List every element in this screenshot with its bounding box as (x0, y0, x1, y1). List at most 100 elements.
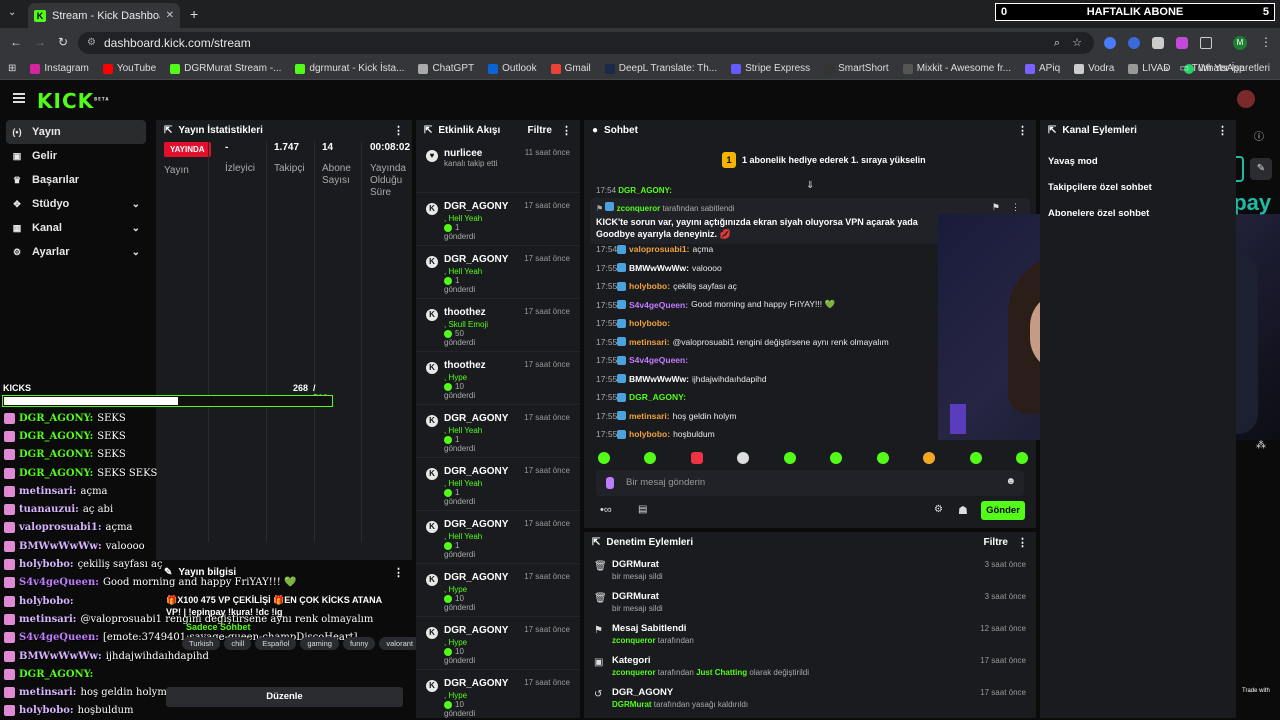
chat-username[interactable]: metinsari: (629, 411, 670, 421)
mod-sub-user[interactable]: zconqueror (612, 668, 656, 677)
activity-item[interactable]: Kthoothez 17 saat önce, Hype 10 gönderdi (416, 352, 580, 405)
emote-icon[interactable] (969, 452, 982, 464)
url-field[interactable]: ⚙ dashboard.kick.com/stream ⌕ ☆ (78, 32, 1094, 54)
activity-item[interactable]: K DGR_AGONY 17 saat önce, Hell Yeah 1 gönder… (416, 193, 580, 246)
moderation-item[interactable]: ⚑ Mesaj Sabitlendi zconqueror tarafından 12… (584, 616, 1036, 648)
share-icon[interactable]: ⁂ (1256, 440, 1266, 451)
chat-username[interactable]: S4v4geQueen: (629, 355, 688, 365)
emote-icon[interactable] (690, 452, 703, 464)
bookmark-item[interactable]: Gmail (550, 63, 591, 74)
sidebar-item-studyo[interactable]: ✥ Stüdyo ⌄ (0, 192, 152, 216)
bookmark-item[interactable]: Mixkit - Awesome fr... (902, 63, 1011, 74)
slow-mode-action[interactable]: Yavaş mod (1040, 148, 1236, 174)
more-icon[interactable]: ⋮ (393, 566, 404, 579)
activity-item[interactable]: K DGR_AGONY 17 saat önce, Hell Yeah 1 gönder… (416, 458, 580, 511)
menu-icon[interactable] (13, 93, 25, 103)
activity-item[interactable]: K DGR_AGONY 17 saat önce, Hell Yeah 1 gönder… (416, 405, 580, 458)
browser-menu-icon[interactable]: ⋮ (1260, 35, 1272, 49)
sidebar-item-basarilar[interactable]: ♛ Başarılar (0, 168, 152, 192)
extension-icon[interactable] (1128, 37, 1140, 49)
emoji-icon[interactable]: ☻ (1005, 476, 1016, 487)
bookmark-item[interactable]: Instagram (30, 63, 89, 74)
activity-item[interactable]: K DGR_AGONY 17 saat önce, Hype 10 gönderdi (416, 617, 580, 670)
activity-item[interactable]: K DGR_AGONY 17 saat önce, Hype 10 gönderdi (416, 564, 580, 617)
extensions-puzzle-icon[interactable] (1200, 37, 1212, 49)
bookmark-item[interactable]: Stripe Express (731, 63, 810, 74)
moderation-item[interactable]: 🗑 DGRMurat bir mesajı sildi 3 saat önce (584, 584, 1036, 616)
followers-only-action[interactable]: Takipçilere özel sohbet (1040, 174, 1236, 200)
site-info-icon[interactable]: ⚙ (87, 32, 96, 54)
sidebar-item-ayarlar[interactable]: ⚙ Ayarlar ⌄ (0, 240, 152, 264)
store-icon[interactable]: ▤ (638, 504, 647, 515)
tag[interactable]: chill (224, 637, 252, 650)
info-icon[interactable]: ⓘ (1254, 128, 1264, 143)
emote-icon[interactable] (598, 452, 610, 464)
shield-icon[interactable] (1152, 37, 1164, 49)
mod-sub-user[interactable]: DGRMurat (612, 700, 652, 709)
profile-avatar-icon[interactable]: M (1233, 36, 1247, 50)
bookmark-item[interactable]: APiq (1025, 63, 1060, 74)
moderation-item[interactable]: ↺ DGR_AGONY DGRMurat tarafından yasağı kal… (584, 680, 1036, 712)
kicks-infinity-icon[interactable]: •∞ (600, 504, 612, 516)
emote-icon[interactable] (923, 452, 936, 464)
chat-username[interactable]: BMWwWwWw: (629, 374, 689, 384)
activity-item[interactable]: ♥ nurlicee 11 saat önce kanalı takip etti (416, 140, 580, 193)
extension-icon[interactable] (1176, 37, 1188, 49)
chat-username[interactable]: holybobo: (629, 318, 670, 328)
zoom-icon[interactable]: ⌕ (1054, 32, 1060, 54)
bookmark-item[interactable]: YouTube (102, 63, 156, 74)
back-icon[interactable]: ← (10, 35, 22, 49)
more-icon[interactable]: ⋮ (393, 124, 404, 137)
sidebar-item-gelir[interactable]: ▣ Gelir (0, 144, 152, 168)
emote-icon[interactable] (830, 452, 843, 464)
chat-username[interactable]: holybobo: (629, 429, 670, 439)
filter-button[interactable]: Filtre (984, 537, 1008, 548)
more-icon[interactable]: ⋮ (1017, 124, 1028, 137)
moderation-item[interactable]: ▣ Kategori zconqueror tarafından Just Chat… (584, 648, 1036, 680)
reload-icon[interactable]: ↻ (58, 35, 68, 49)
sidebar-item-kanal[interactable]: ▦ Kanal ⌄ (0, 216, 152, 240)
chat-settings-icon[interactable]: ⚙ (934, 504, 943, 515)
activity-item[interactable]: K DGR_AGONY 17 saat önce, Hype 10 gönderdi (416, 670, 580, 718)
emote-icon[interactable] (876, 452, 889, 464)
bookmark-star-icon[interactable]: ☆ (1072, 32, 1082, 54)
moderation-item[interactable]: 🗑 DGRMurat bir mesajı sildi 3 saat önce (584, 552, 1036, 584)
more-icon[interactable]: ⋮ (1011, 202, 1020, 213)
chat-input[interactable]: Bir mesaj gönderin ☻ (596, 470, 1024, 496)
tag[interactable]: Español (255, 637, 297, 650)
bookmark-item[interactable]: Vodra (1074, 63, 1114, 74)
tag[interactable]: Turkish (182, 637, 221, 650)
activity-item[interactable]: K DGR_AGONY 17 saat önce, Hell Yeah 1 gönder… (416, 246, 580, 299)
activity-item[interactable]: Kthoothez 17 saat önce, Skull Emoji 50 gönd… (416, 299, 580, 352)
forward-icon[interactable]: → (34, 35, 46, 49)
emote-icon[interactable] (1015, 452, 1028, 464)
pinned-user[interactable]: zconqueror (617, 204, 661, 213)
tab-close-icon[interactable]: ✕ (166, 10, 174, 21)
chat-username[interactable]: S4v4geQueen: (629, 300, 688, 310)
tab-search-icon[interactable]: ⌄ (8, 7, 22, 21)
chat-username[interactable]: holybobo: (629, 281, 670, 291)
bookmark-item[interactable]: SmartShort (824, 63, 889, 74)
chat-username[interactable]: BMWwWwWw: (629, 263, 689, 273)
bookmark-item[interactable]: DeepL Translate: Th... (604, 63, 717, 74)
edit-stream-info-button[interactable]: Düzenle (166, 687, 403, 707)
gift-sub-banner[interactable]: 1 1 abonelik hediye ederek 1. sıraya yük… (722, 152, 926, 168)
subscribers-only-action[interactable]: Abonelere özel sohbet (1040, 200, 1236, 226)
apps-grid-icon[interactable]: ⊞ (8, 63, 16, 74)
bookmarks-overflow-icon[interactable]: » (1163, 63, 1169, 74)
unpin-icon[interactable]: ⚑ (992, 202, 1000, 213)
browser-tab[interactable]: K Stream - Kick Dashboard ✕ (28, 3, 180, 28)
mod-sub-user[interactable]: zconqueror (612, 636, 656, 645)
all-bookmarks-folder[interactable]: » ▭ Tüm Yer İşaretleri (1163, 58, 1270, 80)
bookmark-item[interactable]: Outlook (488, 63, 537, 74)
bookmark-item[interactable]: ChatGPT (418, 63, 474, 74)
more-icon[interactable]: ⋮ (561, 124, 572, 137)
sidebar-item-yayin[interactable]: (•) Yayın (6, 120, 146, 144)
more-icon[interactable]: ⋮ (1017, 536, 1028, 549)
extension-icon[interactable] (1104, 37, 1116, 49)
chat-username[interactable]: valoprosuabi1: (629, 244, 689, 254)
edit-pencil-icon[interactable]: ✎ (1250, 158, 1272, 180)
tag[interactable]: gaming (300, 637, 339, 650)
chat-username[interactable]: DGR_AGONY: (629, 392, 686, 402)
activity-item[interactable]: K DGR_AGONY 17 saat önce, Hell Yeah 1 gönder… (416, 511, 580, 564)
